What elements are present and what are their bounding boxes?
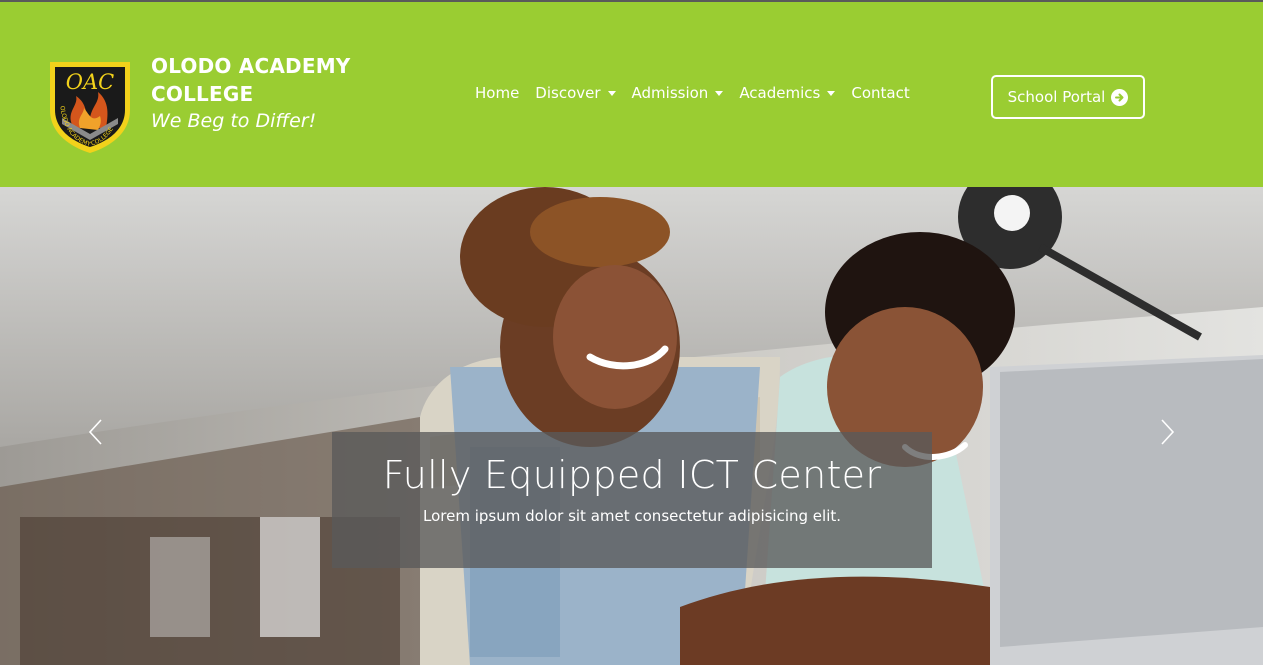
- nav-item-discover[interactable]: Discover: [535, 82, 616, 104]
- school-portal-label: School Portal: [1007, 88, 1106, 106]
- nav-item-label: Discover: [535, 84, 601, 102]
- chevron-left-icon: [88, 419, 102, 445]
- hero-slide-image: [0, 187, 1263, 665]
- nav-item-label: Academics: [739, 84, 821, 102]
- carousel-next-button[interactable]: [1157, 417, 1179, 447]
- college-tagline: We Beg to Differ!: [151, 110, 317, 132]
- school-portal-button[interactable]: School Portal: [991, 75, 1145, 119]
- nav-item-contact[interactable]: Contact: [851, 82, 909, 104]
- nav-item-label: Admission: [631, 84, 709, 102]
- nav-item-label: Contact: [851, 84, 910, 102]
- hero-carousel: Fully Equipped ICT Center Lorem ipsum do…: [0, 187, 1263, 665]
- caret-down-icon: [827, 90, 836, 96]
- nav-item-home[interactable]: Home: [475, 82, 519, 104]
- nav-item-admission[interactable]: Admission: [632, 82, 724, 104]
- site-header: OAC OLODO ACADEMY COLLEGE OLODO ACADEMY …: [0, 2, 1263, 187]
- caret-down-icon: [715, 90, 724, 96]
- chevron-right-icon: [1161, 419, 1175, 445]
- logo-monogram: OAC: [66, 70, 114, 94]
- carousel-prev-button[interactable]: [86, 417, 108, 447]
- nav-item-academics[interactable]: Academics: [739, 82, 836, 104]
- brand-block: OLODO ACADEMY COLLEGE We Beg to Differ!: [151, 52, 391, 134]
- slide-title: Fully Equipped ICT Center: [382, 453, 882, 497]
- nav-item-label: Home: [475, 84, 520, 102]
- college-name[interactable]: OLODO ACADEMY COLLEGE: [151, 52, 391, 108]
- college-logo[interactable]: OAC OLODO ACADEMY COLLEGE: [44, 58, 136, 156]
- slide-description: Lorem ipsum dolor sit amet consectetur a…: [422, 507, 842, 525]
- caret-down-icon: [607, 90, 616, 96]
- arrow-circle-right-icon: [1111, 88, 1129, 106]
- carousel-caption: Fully Equipped ICT Center Lorem ipsum do…: [332, 432, 932, 568]
- main-nav: Home Discover Admission Academics Contac…: [475, 82, 926, 104]
